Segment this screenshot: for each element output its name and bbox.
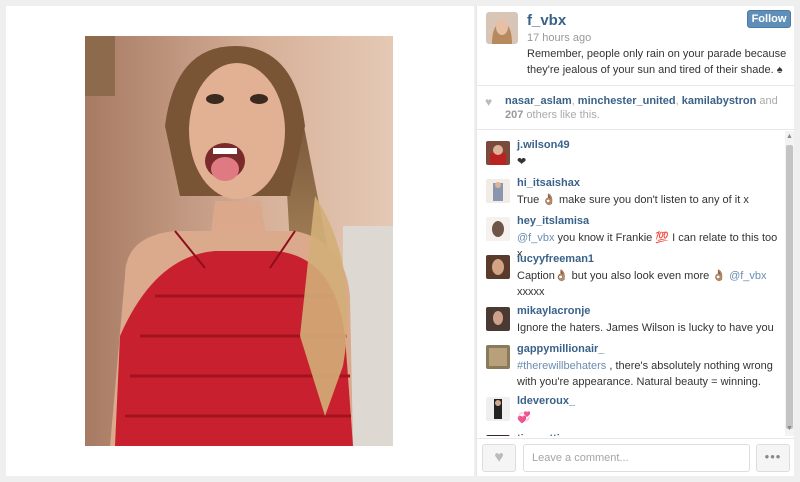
commenter-avatar[interactable] [486, 179, 510, 203]
post-modal: f_vbx 17 hours ago Remember, people only… [0, 0, 800, 482]
mention-link[interactable]: #therewillbehaters [517, 360, 606, 372]
liker-link[interactable]: nasar_aslam [505, 95, 572, 107]
commenter-avatar[interactable] [486, 397, 510, 421]
comment-text: Ignore the haters. James Wilson is lucky… [517, 322, 774, 334]
commenter-avatar[interactable] [486, 217, 510, 241]
comment-text: Caption👌🏽 but you also look even more 👌🏽… [517, 268, 779, 300]
commenter-username[interactable]: ldeveroux_ [517, 395, 575, 407]
author-username[interactable]: f_vbx [527, 12, 566, 29]
comment-footer: ♥ ••• [477, 438, 795, 476]
comment-body: xxxxx [517, 286, 545, 298]
likes-count[interactable]: 207 [505, 109, 523, 121]
commenter-avatar[interactable] [486, 435, 510, 436]
likes-tail-text: others like this. [523, 109, 600, 121]
photo-pane [6, 6, 474, 476]
more-options-button[interactable]: ••• [756, 444, 790, 472]
likes-text: nasar_aslam, minchester_united, kamilaby… [505, 94, 789, 122]
commenter-username[interactable]: hey_itslamisa [517, 215, 589, 227]
commenter-username[interactable]: mikaylacronje [517, 305, 590, 317]
follow-button[interactable]: Follow [747, 10, 791, 28]
commenter-avatar[interactable] [486, 141, 510, 165]
more-icon: ••• [764, 449, 782, 464]
scroll-up-icon[interactable]: ▲ [786, 133, 793, 141]
author-avatar[interactable] [486, 12, 518, 44]
post-time[interactable]: 17 hours ago [527, 32, 591, 44]
post-photo[interactable] [85, 36, 393, 446]
liker-link[interactable]: kamilabystron [682, 95, 757, 107]
comment-text: 💞 [517, 412, 531, 424]
commenter-username[interactable]: lucyyfreeman1 [517, 253, 594, 265]
heart-icon: ♥ [494, 449, 504, 466]
likes-and-text: and [756, 95, 778, 107]
post-sidebar: f_vbx 17 hours ago Remember, people only… [476, 6, 795, 476]
comment-text: ❤ [517, 156, 527, 168]
comments-scrollbar[interactable]: ▲ ▼ [785, 131, 794, 436]
commenter-avatar[interactable] [486, 307, 510, 331]
commenter-username[interactable]: hi_itsaishax [517, 177, 580, 189]
mention-link[interactable]: @f_vbx [729, 270, 766, 282]
comment-text: #therewillbehaters , there's absolutely … [517, 358, 779, 390]
commenter-username[interactable]: gappymillionair_ [517, 343, 604, 355]
comment-text: True 👌🏽 make sure you don't listen to an… [517, 194, 749, 206]
comments-list[interactable]: j.wilson49 ❤ hi_itsaishax True 👌🏽 make s… [477, 131, 787, 436]
heart-icon: ♥ [485, 95, 493, 109]
comment-body: Caption👌🏽 but you also look even more 👌🏽 [517, 270, 730, 282]
scroll-down-icon[interactable]: ▼ [786, 425, 793, 433]
like-button[interactable]: ♥ [482, 444, 516, 472]
commenter-username[interactable]: tinapatti [517, 433, 560, 436]
scroll-thumb[interactable] [786, 145, 793, 429]
post-caption: Remember, people only rain on your parad… [527, 48, 787, 76]
comment-input[interactable] [523, 444, 750, 472]
liker-link[interactable]: minchester_united [578, 95, 676, 107]
commenter-username[interactable]: j.wilson49 [517, 139, 570, 151]
commenter-avatar[interactable] [486, 255, 510, 279]
likes-summary: ♥ nasar_aslam, minchester_united, kamila… [477, 86, 795, 130]
post-header: f_vbx 17 hours ago Remember, people only… [477, 6, 795, 86]
commenter-avatar[interactable] [486, 345, 510, 369]
mention-link[interactable]: @f_vbx [517, 232, 554, 244]
